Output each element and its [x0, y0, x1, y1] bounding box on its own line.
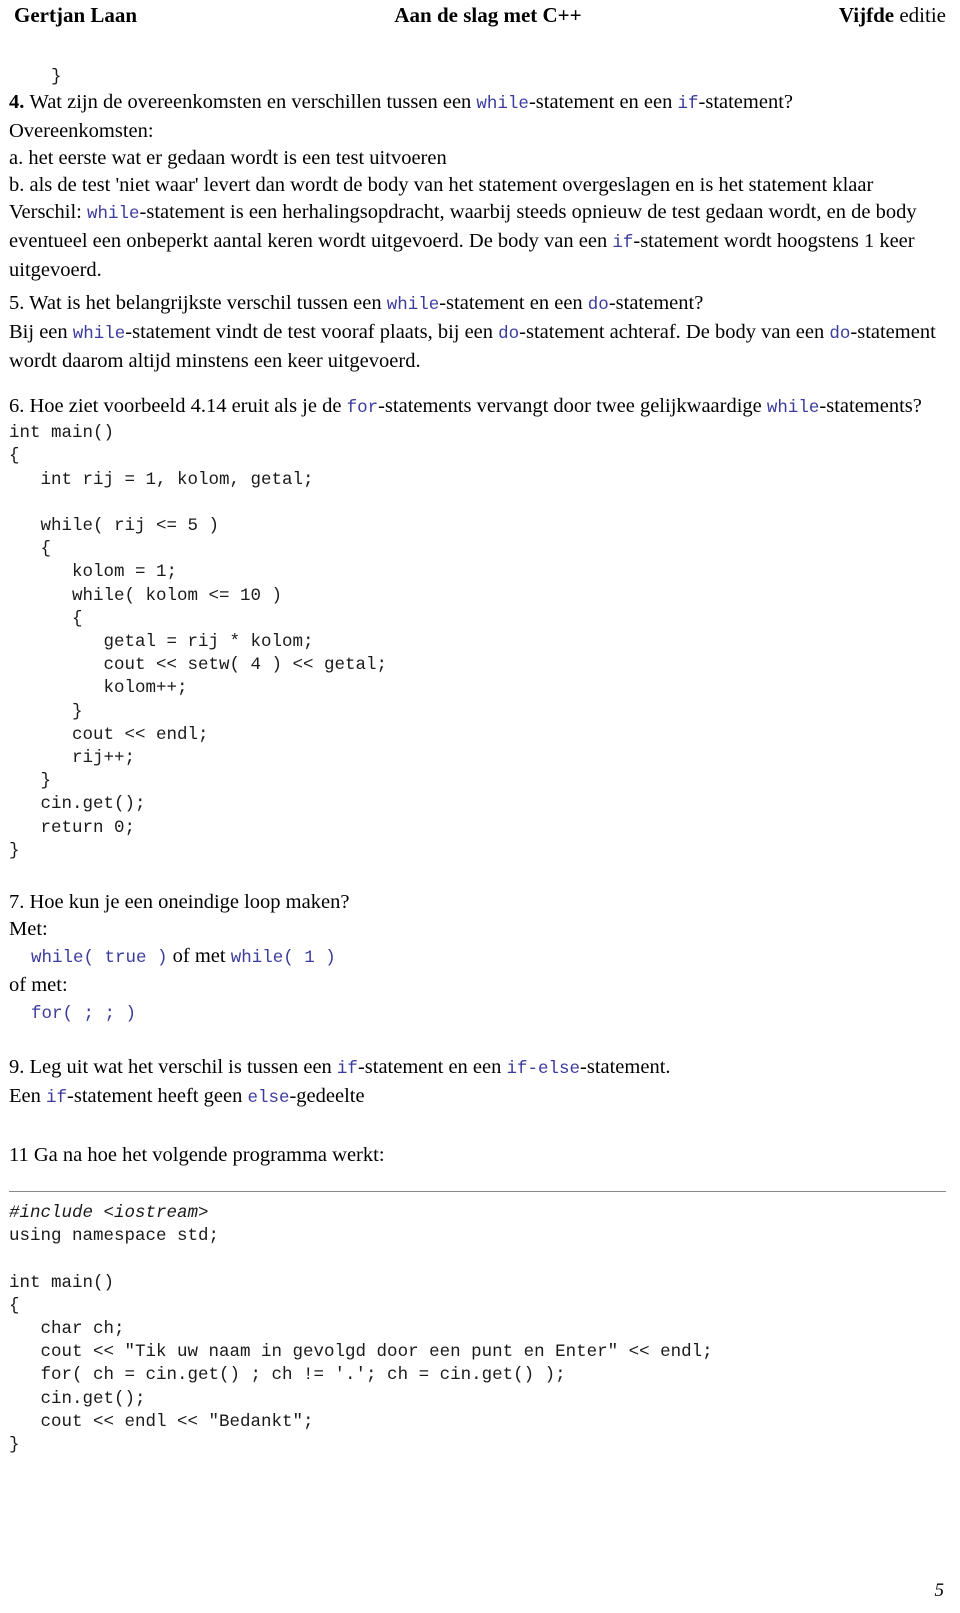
- question-7-number: 7.: [9, 891, 30, 914]
- question-7-text: Hoe kun je een oneindige loop maken?: [29, 891, 350, 914]
- keyword-do: do: [829, 324, 851, 345]
- question-5-prompt: 5. Wat is het belangrijkste verschil tus…: [9, 290, 946, 319]
- code-for-infinite: for( ; ; ): [31, 1004, 137, 1025]
- code-block-question-11: using namespace std; int main() { char c…: [9, 1226, 713, 1456]
- question-7-answer-line-2: for( ; ; ): [31, 999, 946, 1028]
- stray-closing-brace: }: [9, 67, 62, 87]
- question-9-prompt: 9. Leg uit wat het verschil is tussen ee…: [9, 1054, 946, 1083]
- question-4-text-b: -statement en een: [528, 91, 678, 114]
- header-author: Gertjan Laan: [14, 3, 138, 27]
- code-while-true: while( true ): [31, 948, 168, 969]
- header-edition: Vijfde editie: [839, 2, 946, 28]
- answer-9-text-a: Een: [9, 1085, 46, 1108]
- question-4-number: 4.: [9, 91, 30, 114]
- keyword-do: do: [587, 295, 609, 316]
- verschil-pre: Verschil:: [9, 201, 87, 224]
- keyword-if: if: [677, 94, 699, 115]
- question-5-text-a: Wat is het belangrijkste verschil tussen…: [29, 292, 387, 315]
- keyword-if: if: [336, 1059, 358, 1080]
- question-11-heading: 11 Ga na hoe het volgende programma werk…: [9, 1144, 385, 1167]
- verschil-paragraph: Verschil: while-statement is een herhali…: [9, 199, 946, 284]
- running-header: Gertjan Laan Aan de slag met C++ Vijfde …: [14, 2, 946, 32]
- of-met-label: of met:: [9, 974, 68, 997]
- keyword-while: while: [87, 204, 140, 225]
- answer-5-text-c: -statement achteraf. De body van een: [519, 321, 830, 344]
- keyword-while: while: [72, 324, 126, 345]
- question-4-prompt: 4. Wat zijn de overeenkomsten en verschi…: [9, 89, 946, 118]
- question-5-answer: Bij een while-statement vindt de test vo…: [9, 319, 946, 375]
- question-9-text-c: -statement.: [580, 1056, 671, 1079]
- overeenkomsten-item-a: a. het eerste wat er gedaan wordt is een…: [9, 147, 447, 170]
- question-7-answer-line-1: while( true ) of met while( 1 ): [31, 943, 946, 972]
- overeenkomsten-label: Overeenkomsten:: [9, 120, 154, 143]
- question-9-answer: Een if-statement heeft geen else-gedeelt…: [9, 1083, 946, 1112]
- question-9-number: 9.: [9, 1056, 30, 1079]
- keyword-if-else: if-else: [506, 1059, 581, 1080]
- question-9-text-a: Leg uit wat het verschil is tussen een: [29, 1056, 337, 1079]
- keyword-while: while: [476, 94, 529, 115]
- question-5-text-b: -statement en een: [439, 292, 588, 315]
- answer-7-connector: of met: [167, 945, 231, 968]
- document-page: Gertjan Laan Aan de slag met C++ Vijfde …: [0, 0, 960, 1613]
- page-body: } 4. Wat zijn de overeenkomsten en versc…: [9, 66, 946, 1457]
- question-4-text-c: -statement?: [698, 91, 793, 114]
- keyword-for: for: [346, 398, 379, 419]
- question-6-number: 6.: [9, 395, 30, 418]
- keyword-while: while: [766, 398, 820, 419]
- question-6-text-a: Hoe ziet voorbeeld 4.14 eruit als je de: [29, 395, 347, 418]
- question-9-text-b: -statement en een: [357, 1056, 507, 1079]
- keyword-else: else: [247, 1088, 290, 1109]
- met-label: Met:: [9, 918, 48, 941]
- overeenkomsten-item-b: b. als de test 'niet waar' levert dan wo…: [9, 174, 874, 197]
- answer-5-text-a: Bij een: [9, 321, 73, 344]
- code-block-question-6: int main() { int rij = 1, kolom, getal; …: [9, 423, 388, 861]
- answer-5-text-b: -statement vindt de test vooraf plaats, …: [125, 321, 499, 344]
- question-7-prompt: 7. Hoe kun je een oneindige loop maken?: [9, 889, 946, 916]
- question-6-text-c: -statements?: [819, 395, 922, 418]
- page-number: 5: [934, 1580, 945, 1601]
- question-6-text-b: -statements vervangt door twee gelijkwaa…: [378, 395, 767, 418]
- header-edition-normal: editie: [894, 3, 946, 27]
- keyword-while: while: [386, 295, 440, 316]
- answer-9-text-c: -gedeelte: [289, 1085, 365, 1108]
- answer-9-text-b: -statement heeft geen: [67, 1085, 248, 1108]
- question-4-text-a: Wat zijn de overeenkomsten en verschille…: [29, 91, 477, 114]
- code-while-1: while( 1 ): [230, 948, 336, 969]
- question-6-prompt: 6. Hoe ziet voorbeeld 4.14 eruit als je …: [9, 393, 946, 422]
- question-5-number: 5.: [9, 292, 30, 315]
- keyword-if: if: [612, 233, 634, 254]
- include-directive: #include <iostream>: [9, 1203, 209, 1224]
- keyword-do: do: [498, 324, 520, 345]
- code-block-question-11-include: #include <iostream>: [9, 1202, 946, 1225]
- keyword-if: if: [46, 1088, 68, 1109]
- header-edition-bold: Vijfde: [838, 3, 895, 27]
- question-5-text-c: -statement?: [608, 292, 704, 315]
- header-book-title: Aan de slag met C++: [394, 3, 582, 27]
